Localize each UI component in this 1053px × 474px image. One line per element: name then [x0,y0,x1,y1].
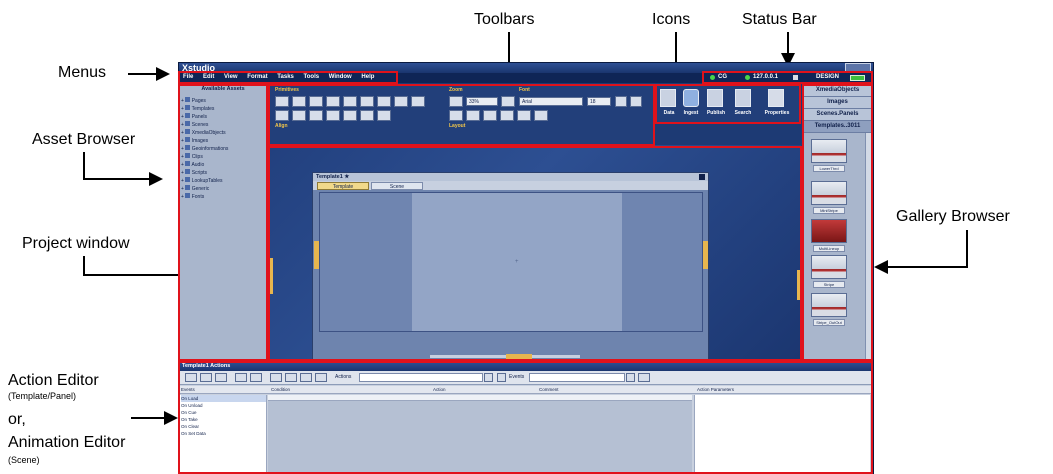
icons-highlight [655,84,801,124]
menus-highlight [178,71,398,84]
callout-action-editor-sub: (Template/Panel) [8,391,77,401]
arrow-gallery-head [874,260,888,274]
arrow-asset-v [83,152,85,179]
toolbars-highlight [268,84,655,146]
arrow-asset-h [83,178,149,180]
arrow-action-head [164,411,178,425]
action-editor-highlight [178,361,873,474]
callout-action-editor: Action Editor [8,372,99,389]
arrow-gallery-h [888,266,968,268]
arrow-gallery-v [966,230,968,268]
arrow-icons-line [675,32,677,66]
arrow-action-line [131,417,165,419]
callout-asset-browser: Asset Browser [32,131,136,148]
arrow-status-line [787,32,789,54]
arrow-toolbars-line [508,32,510,66]
arrow-menus-head [156,67,170,81]
callout-or: or, [8,411,26,428]
gallery-browser-highlight [802,84,873,361]
arrow-project-v [83,256,85,276]
callout-icons: Icons [652,11,691,28]
callout-project-window: Project window [22,235,130,252]
callout-animation-editor-sub: (Scene) [8,455,40,465]
callout-animation-editor: Animation Editor [8,434,126,451]
status-bar-highlight [702,71,873,84]
callout-gallery-browser: Gallery Browser [896,208,1010,225]
callout-menus: Menus [58,64,107,81]
asset-browser-highlight [178,84,268,361]
arrow-menus-line [128,73,158,75]
callout-toolbars: Toolbars [474,11,535,28]
callout-status-bar: Status Bar [742,11,817,28]
workspace-highlight [268,146,802,361]
arrow-asset-head [149,172,163,186]
